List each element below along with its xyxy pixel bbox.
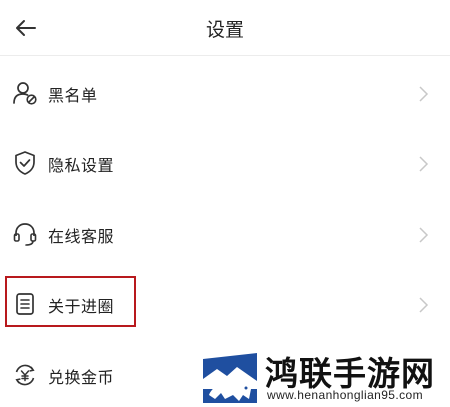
coin-exchange-icon bbox=[12, 362, 38, 388]
menu-item-privacy[interactable]: 隐私设置 bbox=[0, 136, 450, 192]
chevron-right-icon bbox=[416, 84, 430, 104]
page-title: 设置 bbox=[205, 19, 244, 41]
highlight-annotation-box bbox=[5, 276, 136, 327]
menu-label: 在线客服 bbox=[48, 227, 115, 246]
headset-icon bbox=[12, 221, 38, 247]
chevron-right-icon bbox=[416, 295, 430, 315]
menu-item-blacklist[interactable]: 黑名单 bbox=[0, 66, 450, 122]
menu-label: 隐私设置 bbox=[48, 156, 115, 175]
chevron-right-icon bbox=[416, 154, 430, 174]
menu-label: 兑换金币 bbox=[48, 368, 115, 387]
chevron-right-icon bbox=[416, 225, 430, 245]
menu-label: 黑名单 bbox=[48, 86, 98, 105]
watermark-url: www.henanhonglian95.com bbox=[267, 388, 423, 402]
user-block-icon bbox=[12, 80, 38, 106]
menu-item-online-support[interactable]: 在线客服 bbox=[0, 207, 450, 263]
top-bar: 设置 bbox=[0, 0, 450, 56]
watermark-logo-icon bbox=[203, 349, 257, 403]
watermark: 鸿联手游网 www.henanhonglian95.com bbox=[201, 345, 450, 407]
shield-check-icon bbox=[12, 150, 38, 176]
